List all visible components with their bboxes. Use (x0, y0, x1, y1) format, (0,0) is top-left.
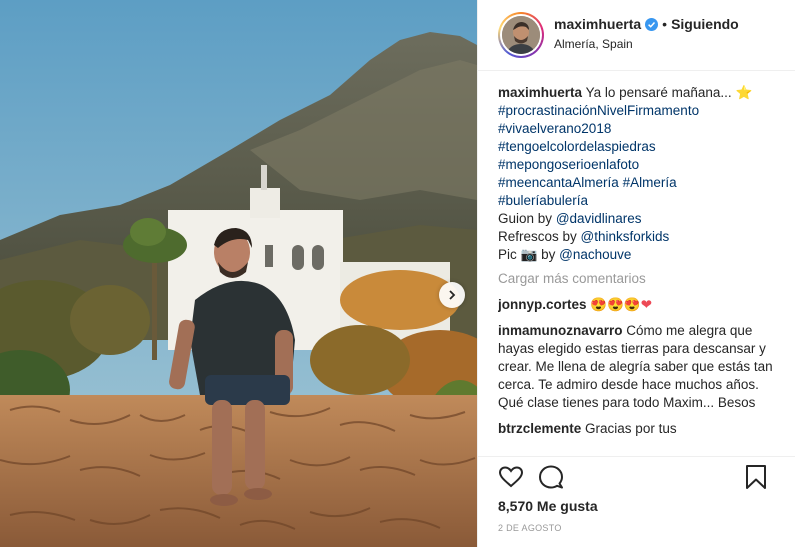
caption-username[interactable]: maximhuerta (498, 85, 582, 100)
comment-text: Gracias por tus (585, 421, 677, 436)
instagram-post: maximhuerta • Siguiendo Almería, Spain m… (0, 0, 795, 547)
hashtag[interactable]: #buleríabulería (498, 192, 784, 210)
post-actions: 8,570 Me gusta 2 DE AGOSTO (478, 456, 795, 547)
load-more-comments-button[interactable]: Cargar más comentarios (498, 270, 784, 288)
avatar-photo (502, 16, 540, 54)
following-button[interactable]: Siguiendo (671, 16, 739, 32)
star-emoji: ⭐ (735, 85, 753, 100)
chevron-right-icon (449, 290, 456, 300)
post-photo-image (0, 0, 477, 547)
hashtag[interactable]: #mepongoserioenlafoto (498, 156, 784, 174)
comment-username[interactable]: inmamunoznavarro (498, 323, 623, 338)
comment-username[interactable]: btrzclemente (498, 421, 581, 436)
hashtag[interactable]: #tengoelcolordelaspiedras (498, 138, 784, 156)
likes-count[interactable]: 8,570 Me gusta (498, 498, 598, 514)
credit-label: Refrescos by (498, 229, 577, 244)
post-photo[interactable] (0, 0, 477, 547)
hashtag[interactable]: #procrastinaciónNivelFirmamento (498, 102, 784, 120)
heart-outline-icon[interactable] (498, 464, 524, 490)
mention-link[interactable]: @davidlinares (556, 211, 642, 226)
caption-text: Ya lo pensaré mañana... (585, 85, 732, 100)
hashtag[interactable]: #Almería (623, 175, 677, 190)
comment-username[interactable]: jonnyp.cortes (498, 297, 587, 312)
credit-label: Pic (498, 247, 517, 262)
post-header: maximhuerta • Siguiendo Almería, Spain (478, 0, 795, 71)
hashtag[interactable]: #vivaelverano2018 (498, 120, 784, 138)
header-username[interactable]: maximhuerta (554, 16, 641, 32)
credit-label: Guion by (498, 211, 553, 226)
header-separator: • (662, 16, 668, 32)
camera-emoji: 📷 (520, 247, 538, 262)
bookmark-icon[interactable] (744, 464, 768, 490)
location-link[interactable]: Almería, Spain (554, 37, 633, 51)
post-sidebar: maximhuerta • Siguiendo Almería, Spain m… (477, 0, 795, 547)
comment-text: 😍😍😍❤ (590, 297, 653, 312)
mention-link[interactable]: @nachouve (559, 247, 631, 262)
caption: maximhuerta Ya lo pensaré mañana... ⭐ #p… (498, 84, 784, 264)
comment-bubble-icon[interactable] (538, 464, 564, 490)
verified-badge-icon (645, 17, 659, 31)
credit-label: by (541, 247, 556, 262)
comment: inmamunoznavarro Cómo me alegra que haya… (498, 322, 784, 412)
avatar[interactable] (498, 12, 544, 58)
comment: btrzclemente Gracias por tus (498, 420, 784, 438)
hashtag[interactable]: #meencantaAlmería (498, 175, 619, 190)
comments-section: maximhuerta Ya lo pensaré mañana... ⭐ #p… (498, 84, 784, 456)
header-user-line: maximhuerta • Siguiendo (554, 16, 739, 32)
next-photo-button[interactable] (439, 282, 465, 308)
post-date[interactable]: 2 DE AGOSTO (498, 523, 562, 533)
comment: jonnyp.cortes 😍😍😍❤ (498, 296, 784, 314)
mention-link[interactable]: @thinksforkids (581, 229, 670, 244)
